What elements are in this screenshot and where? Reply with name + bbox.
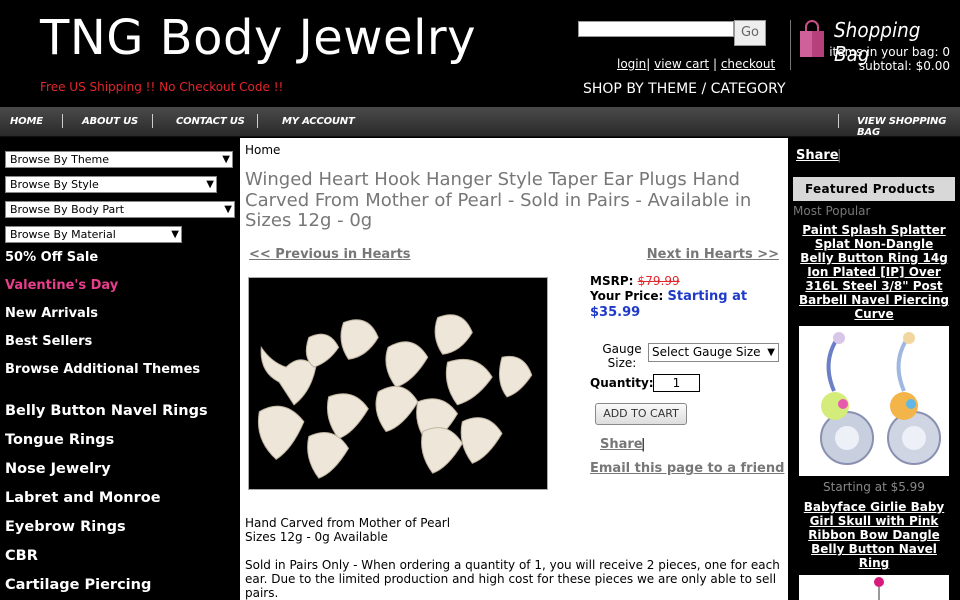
nav-separator (152, 114, 153, 128)
right-column: Share | Featured Products Most Popular P… (788, 138, 960, 600)
site-header: TNG Body Jewelry Free US Shipping !! No … (0, 0, 960, 107)
header-divider (790, 20, 791, 70)
nav-my-account[interactable]: MY ACCOUNT (282, 116, 355, 127)
sidebar-category-tongue[interactable]: Tongue Rings (5, 432, 114, 448)
select-label: Browse By Theme (10, 153, 110, 166)
checkout-link[interactable]: checkout (721, 57, 775, 71)
nav-separator (62, 114, 63, 128)
product-description-line: Hand Carved from Mother of Pearl (245, 516, 451, 530)
nav-separator (838, 114, 839, 128)
sidebar-category-nose[interactable]: Nose Jewelry (5, 461, 111, 477)
sidebar-link-sale[interactable]: 50% Off Sale (5, 250, 98, 265)
chevron-down-icon: ▼ (222, 154, 230, 165)
sidebar-link-additional-themes[interactable]: Browse Additional Themes (5, 362, 200, 377)
search-input[interactable] (578, 21, 734, 37)
product-main: Home Winged Heart Hook Hanger Style Tape… (240, 138, 788, 600)
browse-by-theme-select[interactable]: Browse By Theme ▼ (5, 151, 233, 168)
chevron-down-icon: ▼ (206, 179, 214, 190)
email-friend-link[interactable]: Email this page to a friend (590, 461, 784, 476)
search-go-button[interactable]: Go (734, 20, 766, 46)
gauge-select-value: Select Gauge Size (652, 345, 761, 359)
featured-product-image[interactable] (799, 326, 949, 476)
product-description-pairs: Sold in Pairs Only - When ordering a qua… (245, 558, 780, 600)
previous-in-hearts-link[interactable]: << Previous in Hearts (249, 247, 411, 262)
left-sidebar: Browse By Theme ▼ Browse By Style ▼ Browse… (0, 138, 240, 600)
share-link[interactable]: Share (796, 148, 839, 163)
sidebar-link-best-sellers[interactable]: Best Sellers (5, 334, 92, 349)
bag-subtotal: subtotal: $0.00 (858, 59, 950, 73)
your-price: Your Price: Starting at $35.99 (590, 289, 780, 320)
shopping-bag-icon[interactable] (798, 18, 826, 58)
quantity-label: Quantity: (590, 376, 654, 390)
browse-by-style-select[interactable]: Browse By Style ▼ (5, 176, 217, 193)
main-navbar: HOME ABOUT US CONTACT US MY ACCOUNT VIEW… (0, 107, 960, 138)
view-cart-link[interactable]: view cart (654, 57, 709, 71)
bag-item-count: items in your bag: 0 (829, 45, 950, 59)
user-links: login| view cart | checkout (617, 57, 776, 71)
share-separator: | (641, 437, 646, 452)
nav-separator (257, 114, 258, 128)
chevron-down-icon: ▼ (224, 204, 232, 215)
nav-contact-us[interactable]: CONTACT US (176, 116, 245, 127)
free-shipping-banner: Free US Shipping !! No Checkout Code !! (40, 80, 284, 94)
share-link[interactable]: Share (600, 437, 643, 452)
msrp-label: MSRP: (590, 274, 634, 288)
most-popular-label: Most Popular (793, 204, 871, 218)
add-to-cart-button[interactable]: ADD TO CART (595, 403, 687, 425)
featured-product-image[interactable] (799, 575, 949, 600)
sidebar-category-cbr[interactable]: CBR (5, 548, 38, 564)
msrp: MSRP: $79.99 (590, 274, 680, 288)
browse-by-body-part-select[interactable]: Browse By Body Part ▼ (5, 201, 235, 218)
product-image[interactable] (248, 277, 548, 490)
login-link[interactable]: login (617, 57, 646, 71)
breadcrumb-home[interactable]: Home (245, 143, 280, 157)
sidebar-link-new-arrivals[interactable]: New Arrivals (5, 306, 98, 321)
select-label: Browse By Body Part (10, 203, 125, 216)
gauge-size-label: Gauge Size: (602, 342, 642, 370)
browse-by-material-select[interactable]: Browse By Material ▼ (5, 226, 182, 243)
sidebar-category-eyebrow[interactable]: Eyebrow Rings (5, 519, 126, 535)
select-label: Browse By Style (10, 178, 99, 191)
gauge-size-select[interactable]: Select Gauge Size ▼ (648, 343, 779, 362)
site-logo[interactable]: TNG Body Jewelry (40, 10, 476, 66)
nav-about-us[interactable]: ABOUT US (82, 116, 138, 127)
price-label: Your Price: (590, 289, 664, 303)
select-label: Browse By Material (10, 228, 116, 241)
sidebar-category-belly-button[interactable]: Belly Button Navel Rings (5, 403, 208, 419)
share-separator: | (837, 148, 842, 163)
chevron-down-icon: ▼ (171, 229, 179, 240)
msrp-value: $79.99 (637, 274, 680, 288)
featured-products-header: Featured Products (793, 177, 955, 201)
nav-view-shopping-bag[interactable]: VIEW SHOPPING BAG (857, 116, 960, 138)
nav-home[interactable]: HOME (10, 116, 43, 127)
featured-product-name[interactable]: Babyface Girlie Baby Girl Skull with Pin… (796, 500, 952, 570)
product-title: Winged Heart Hook Hanger Style Taper Ear… (245, 169, 752, 231)
featured-product-name[interactable]: Paint Splash Splatter Splat Non-Dangle B… (796, 223, 952, 321)
sidebar-link-valentines[interactable]: Valentine's Day (5, 278, 118, 293)
shop-by-theme-category[interactable]: SHOP BY THEME / CATEGORY (583, 81, 786, 97)
product-description-line: Sizes 12g - 0g Available (245, 530, 388, 544)
quantity-input[interactable]: 1 (653, 374, 700, 392)
featured-product-price: Starting at $5.99 (823, 480, 925, 494)
sidebar-category-labret[interactable]: Labret and Monroe (5, 490, 161, 506)
next-in-hearts-link[interactable]: Next in Hearts >> (647, 247, 779, 262)
sidebar-category-cartilage[interactable]: Cartilage Piercing (5, 577, 151, 593)
chevron-down-icon: ▼ (767, 347, 775, 358)
